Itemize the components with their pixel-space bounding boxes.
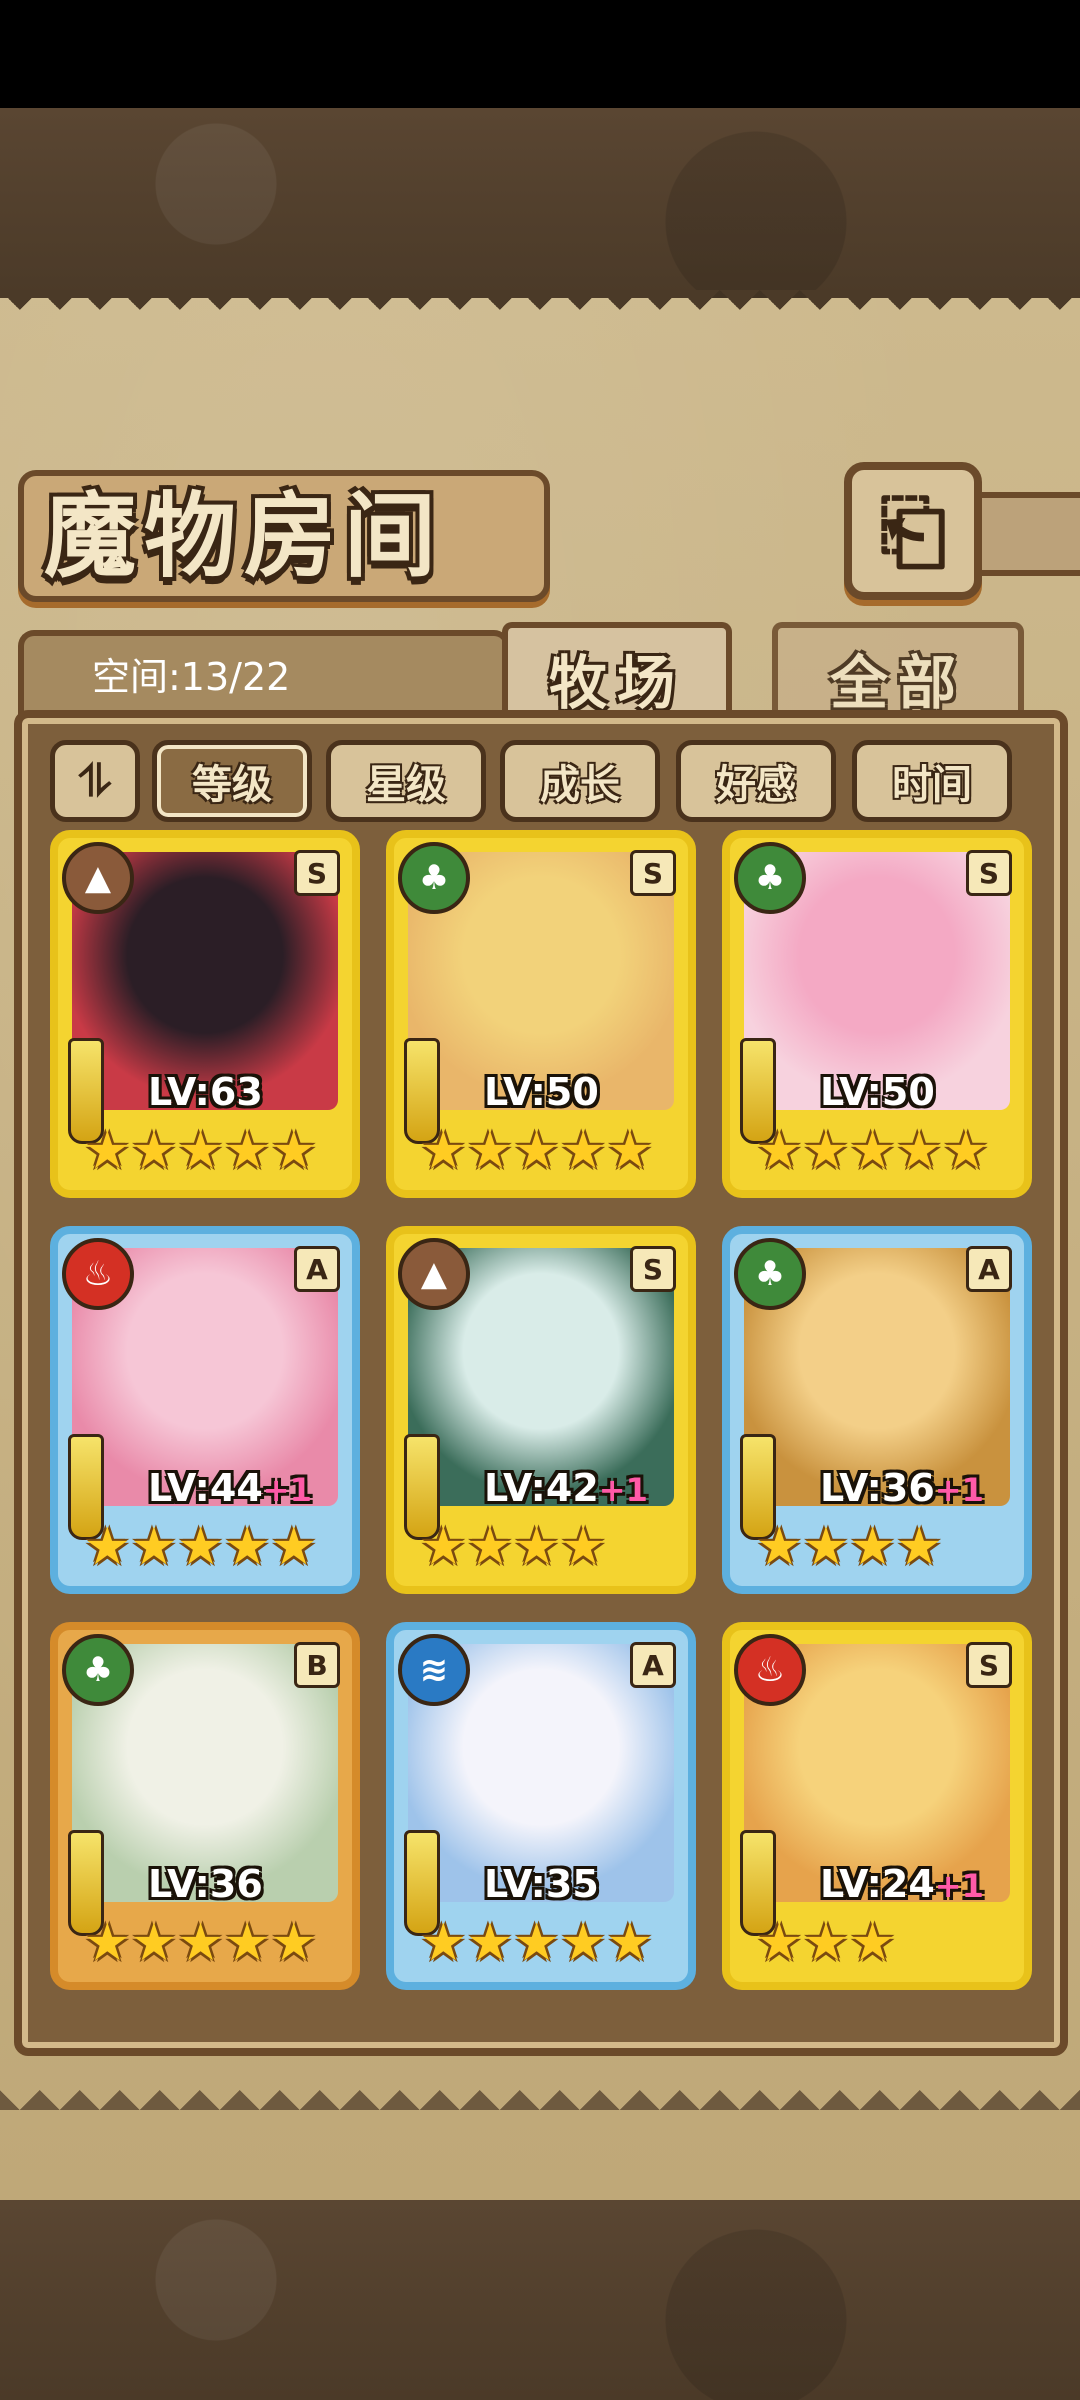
rank-badge: S	[630, 1246, 676, 1292]
star-rating: ★★★★	[756, 1517, 943, 1577]
fire-element-icon: ♨	[62, 1238, 134, 1310]
monster-card[interactable]: ≋ A LV:35 ★★★★★	[386, 1622, 696, 1990]
star-rating: ★★★★★	[84, 1517, 318, 1577]
space-count: 空间:13/22	[92, 655, 291, 699]
sort-affection-button[interactable]: 好感	[676, 740, 836, 822]
monster-level: LV:50	[484, 1070, 599, 1114]
monster-card[interactable]: ♣ A LV:36+1 ★★★★	[722, 1226, 1032, 1594]
monster-level: LV:50	[820, 1070, 935, 1114]
level-text: LV:35	[484, 1862, 599, 1906]
level-bonus: +1	[262, 1471, 312, 1509]
panel-edge-top	[0, 290, 1080, 330]
level-text: LV:50	[484, 1070, 599, 1114]
level-text: LV:63	[148, 1070, 263, 1114]
earth-element-icon: ▲	[62, 842, 134, 914]
level-bonus: +1	[934, 1471, 984, 1509]
rank-badge: B	[294, 1642, 340, 1688]
sort-time-button[interactable]: 时间	[852, 740, 1012, 822]
water-element-icon: ≋	[398, 1634, 470, 1706]
map-background-bottom	[0, 2200, 1080, 2400]
rank-badge: A	[294, 1246, 340, 1292]
sort-order-toggle-button[interactable]: ⥮	[50, 740, 140, 822]
monster-card[interactable]: ▲ S LV:63 ★★★★★	[50, 830, 360, 1198]
star-rating: ★★★★★	[756, 1121, 990, 1181]
monster-card[interactable]: ▲ S LV:42+1 ★★★★	[386, 1226, 696, 1594]
monster-card[interactable]: ♣ S LV:50 ★★★★★	[386, 830, 696, 1198]
monster-card[interactable]: ♨ A LV:44+1 ★★★★★	[50, 1226, 360, 1594]
level-text: LV:42	[484, 1466, 599, 1510]
level-text: LV:36	[148, 1862, 263, 1906]
grass-element-icon: ♣	[734, 842, 806, 914]
panel-edge-bottom	[0, 2070, 1080, 2110]
rank-badge: S	[966, 850, 1012, 896]
level-bonus: +1	[598, 1471, 648, 1509]
star-rating: ★★★★★	[420, 1913, 654, 1973]
rank-badge: A	[630, 1642, 676, 1688]
grass-element-icon: ♣	[398, 842, 470, 914]
level-text: LV:24	[820, 1862, 935, 1906]
star-rating: ★★★★★	[84, 1121, 318, 1181]
grass-element-icon: ♣	[734, 1238, 806, 1310]
grass-element-icon: ♣	[62, 1634, 134, 1706]
rank-badge: S	[966, 1642, 1012, 1688]
monster-level: LV:63	[148, 1070, 263, 1114]
monster-level: LV:42+1	[484, 1466, 648, 1510]
sort-growth-button[interactable]: 成长	[500, 740, 660, 822]
rank-badge: A	[966, 1246, 1012, 1292]
monster-card[interactable]: ♣ S LV:50 ★★★★★	[722, 830, 1032, 1198]
monster-level: LV:35	[484, 1862, 599, 1906]
back-arrow-icon: ⎗	[879, 481, 947, 580]
monster-level: LV:36+1	[820, 1466, 984, 1510]
star-rating: ★★★★★	[420, 1121, 654, 1181]
rank-badge: S	[294, 850, 340, 896]
monster-level: LV:24+1	[820, 1862, 984, 1906]
earth-element-icon: ▲	[398, 1238, 470, 1310]
monster-level: LV:36	[148, 1862, 263, 1906]
sort-level-button[interactable]: 等级	[152, 740, 312, 822]
level-text: LV:36	[820, 1466, 935, 1510]
page-title: 魔物房间	[44, 482, 445, 590]
fire-element-icon: ♨	[734, 1634, 806, 1706]
monster-card[interactable]: ♨ S LV:24+1 ★★★	[722, 1622, 1032, 1990]
level-text: LV:44	[148, 1466, 263, 1510]
status-bar	[0, 0, 1080, 108]
sort-star-button[interactable]: 星级	[326, 740, 486, 822]
level-bonus: +1	[934, 1867, 984, 1905]
monster-card[interactable]: ♣ B LV:36 ★★★★★	[50, 1622, 360, 1990]
star-rating: ★★★★	[420, 1517, 607, 1577]
rank-badge: S	[630, 850, 676, 896]
level-text: LV:50	[820, 1070, 935, 1114]
back-rail	[966, 492, 1080, 576]
star-rating: ★★★	[756, 1913, 896, 1973]
monster-level: LV:44+1	[148, 1466, 312, 1510]
back-button[interactable]: ⎗	[844, 462, 982, 600]
star-rating: ★★★★★	[84, 1913, 318, 1973]
map-background-top	[0, 108, 1080, 298]
sort-order-icon: ⥮	[79, 755, 111, 807]
